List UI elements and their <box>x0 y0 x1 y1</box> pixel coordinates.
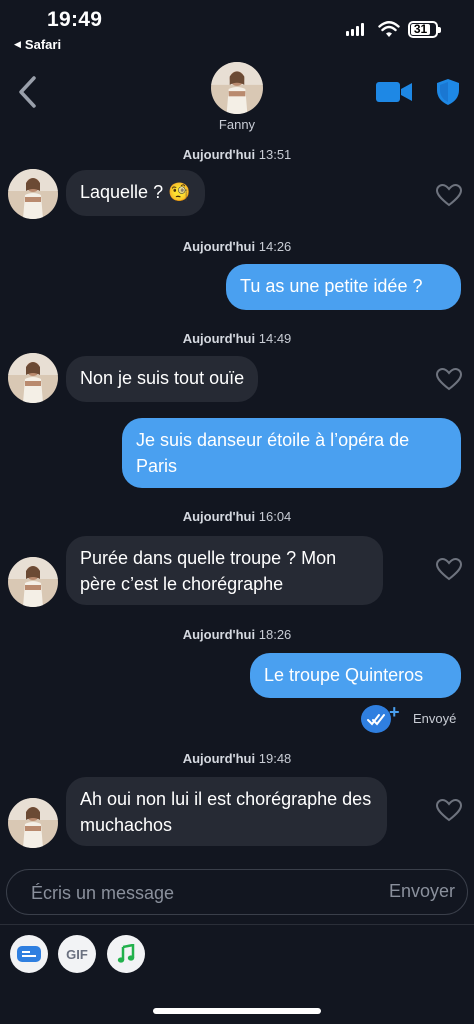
like-heart-icon[interactable] <box>436 368 462 392</box>
like-heart-icon[interactable] <box>436 558 462 582</box>
incoming-message[interactable]: Laquelle ? 🧐 <box>66 170 205 216</box>
contact-avatar[interactable] <box>8 557 58 607</box>
timestamp: Aujourd'hui 13:51 <box>182 147 292 162</box>
incoming-message[interactable]: Purée dans quelle troupe ? Mon père c’es… <box>66 536 383 605</box>
back-to-safari-link[interactable]: ◀ Safari <box>14 37 61 52</box>
card-button[interactable] <box>10 935 48 973</box>
back-app-label: Safari <box>24 37 62 52</box>
safety-shield-icon[interactable] <box>436 78 460 106</box>
music-note-icon <box>117 944 135 963</box>
signal-icon <box>346 22 364 36</box>
home-indicator[interactable] <box>153 1008 321 1014</box>
timestamp: Aujourd'hui 18:26 <box>182 627 292 642</box>
music-button[interactable] <box>107 935 145 973</box>
message-status: Envoyé <box>413 711 457 726</box>
status-time: 19:49 <box>47 8 103 31</box>
video-call-icon[interactable] <box>375 80 413 104</box>
incoming-message[interactable]: Ah oui non lui il est chorégraphe des mu… <box>66 777 387 846</box>
contact-avatar[interactable] <box>8 798 58 848</box>
like-heart-icon[interactable] <box>436 184 462 208</box>
divider <box>0 924 474 925</box>
outgoing-message[interactable]: Tu as une petite idée ? <box>226 264 461 310</box>
contact-name[interactable]: Fanny <box>0 117 474 132</box>
message-composer: Envoyer <box>6 869 468 916</box>
battery-icon: 31 <box>408 21 441 38</box>
outgoing-message[interactable]: Je suis danseur étoile à l’opéra de Pari… <box>122 418 461 488</box>
header-avatar[interactable] <box>211 62 263 114</box>
timestamp: Aujourd'hui 19:48 <box>182 751 292 766</box>
id-card-icon <box>17 946 41 962</box>
outgoing-message[interactable]: Le troupe Quinteros <box>250 653 461 698</box>
battery-level: 31 <box>411 23 430 35</box>
send-button[interactable]: Envoyer <box>389 881 455 902</box>
contact-avatar[interactable] <box>8 169 58 219</box>
like-heart-icon[interactable] <box>436 799 462 823</box>
gif-label: GIF <box>66 946 88 962</box>
timestamp: Aujourd'hui 14:26 <box>182 239 292 254</box>
message-input[interactable] <box>29 870 363 916</box>
gif-button[interactable]: GIF <box>58 935 96 973</box>
back-chevron-icon[interactable] <box>14 74 40 110</box>
wifi-icon <box>378 21 400 37</box>
contact-avatar[interactable] <box>8 353 58 403</box>
timestamp: Aujourd'hui 14:49 <box>182 331 292 346</box>
back-triangle-icon: ◀ <box>14 39 21 49</box>
incoming-message[interactable]: Non je suis tout ouïe <box>66 356 259 402</box>
timestamp: Aujourd'hui 16:04 <box>182 509 292 524</box>
plus-icon: + <box>389 702 400 722</box>
read-receipt-icon <box>361 705 391 733</box>
